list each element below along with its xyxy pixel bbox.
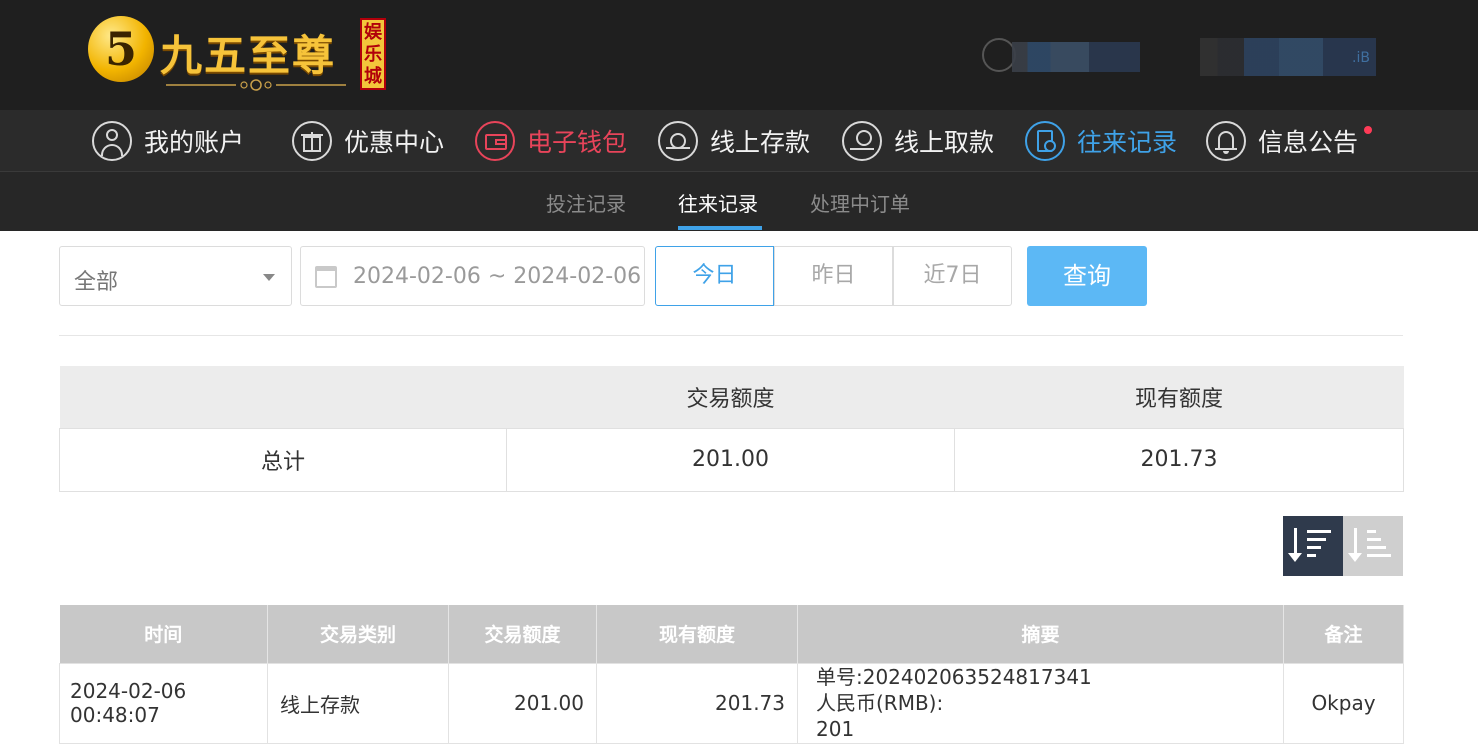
col-balance[interactable]: 现有额度 (596, 605, 798, 663)
date-range-input[interactable]: 2024-02-06 ~ 2024-02-06 (300, 246, 645, 306)
deposit-icon (658, 121, 698, 161)
search-button[interactable]: 查询 (1027, 246, 1147, 306)
nav-e-wallet[interactable]: 电子钱包 (475, 110, 627, 172)
summary-total-label: 总计 (59, 427, 507, 492)
quick-today-button[interactable]: 今日 (655, 246, 774, 306)
top-header: 5 九五至尊 娱乐城 .iB (0, 0, 1478, 110)
tab-transaction-records[interactable]: 往来记录 (678, 188, 758, 217)
summary-total-amount: 201.00 (506, 427, 955, 492)
row-time: 2024-02-06 00:48:07 (59, 662, 268, 744)
nav-my-account[interactable]: 我的账户 (92, 110, 244, 172)
row-type: 线上存款 (267, 662, 449, 744)
calendar-icon (315, 266, 337, 288)
col-type[interactable]: 交易类别 (267, 605, 449, 663)
sort-desc-button[interactable] (1283, 516, 1343, 576)
quick-yesterday-button[interactable]: 昨日 (774, 246, 893, 306)
notification-dot (1364, 126, 1372, 134)
sort-asc-button[interactable] (1343, 516, 1403, 576)
col-summary[interactable]: 摘要 (797, 605, 1284, 663)
nav-transaction-records[interactable]: 往来记录 (1025, 110, 1177, 172)
logo-text: 九五至尊 (160, 31, 337, 80)
bell-icon (1206, 121, 1246, 161)
user-area[interactable]: .iB (982, 38, 1382, 78)
records-icon (1025, 121, 1065, 161)
summary-value: 201 (816, 717, 855, 741)
row-note: Okpay (1283, 662, 1404, 744)
row-summary: 单号:202402063524817341 人民币(RMB): 201 (797, 662, 1284, 744)
summary-table: 交易额度 现有额度 总计 201.00 201.73 (59, 366, 1404, 492)
chevron-down-icon (263, 274, 275, 281)
col-note[interactable]: 备注 (1283, 605, 1404, 663)
main-nav: 我的账户 优惠中心 电子钱包 线上存款 线上取款 往来记录 信息公告 (0, 110, 1478, 172)
user-avatar-icon (982, 38, 1016, 72)
summary-order-number: 单号:202402063524817341 (816, 665, 1092, 689)
col-time[interactable]: 时间 (59, 605, 268, 663)
logo-ornament-icon (166, 79, 346, 91)
sub-nav: 投注记录 往来记录 处理中订单 (0, 172, 1478, 231)
summary-total-balance: 201.73 (954, 427, 1404, 492)
row-balance: 201.73 (596, 662, 798, 744)
summary-header-amount: 交易额度 (506, 366, 955, 428)
summary-currency: 人民币(RMB): (816, 691, 944, 715)
col-amount[interactable]: 交易额度 (448, 605, 597, 663)
nav-announcements[interactable]: 信息公告 (1206, 110, 1358, 172)
username-redacted (1012, 42, 1140, 72)
summary-header-blank (59, 366, 507, 428)
nav-online-withdraw[interactable]: 线上取款 (842, 110, 994, 172)
tab-pending-orders[interactable]: 处理中订单 (810, 188, 910, 217)
active-tab-underline (678, 226, 762, 230)
withdraw-icon (842, 121, 882, 161)
records-table: 时间 交易类别 交易额度 现有额度 摘要 备注 2024-02-06 00:48… (59, 605, 1404, 744)
user-suffix: .iB (1352, 50, 1370, 66)
nav-promotions[interactable]: 优惠中心 (292, 110, 444, 172)
gift-icon (292, 121, 332, 161)
row-amount: 201.00 (448, 662, 597, 744)
user-icon (92, 121, 132, 161)
logo-coin-icon: 5 (88, 16, 154, 82)
brand-logo[interactable]: 5 九五至尊 娱乐城 (88, 14, 388, 94)
summary-header-balance: 现有额度 (954, 366, 1404, 428)
quick-7days-button[interactable]: 近7日 (893, 246, 1012, 306)
logo-badge: 娱乐城 (360, 18, 386, 90)
nav-online-deposit[interactable]: 线上存款 (658, 110, 810, 172)
type-select[interactable]: 全部 (59, 246, 292, 306)
balance-redacted (1200, 38, 1376, 76)
divider (59, 335, 1403, 336)
tab-bet-records[interactable]: 投注记录 (546, 188, 626, 217)
table-row: 2024-02-06 00:48:07 线上存款 201.00 201.73 单… (59, 662, 1404, 744)
wallet-icon (475, 121, 515, 161)
